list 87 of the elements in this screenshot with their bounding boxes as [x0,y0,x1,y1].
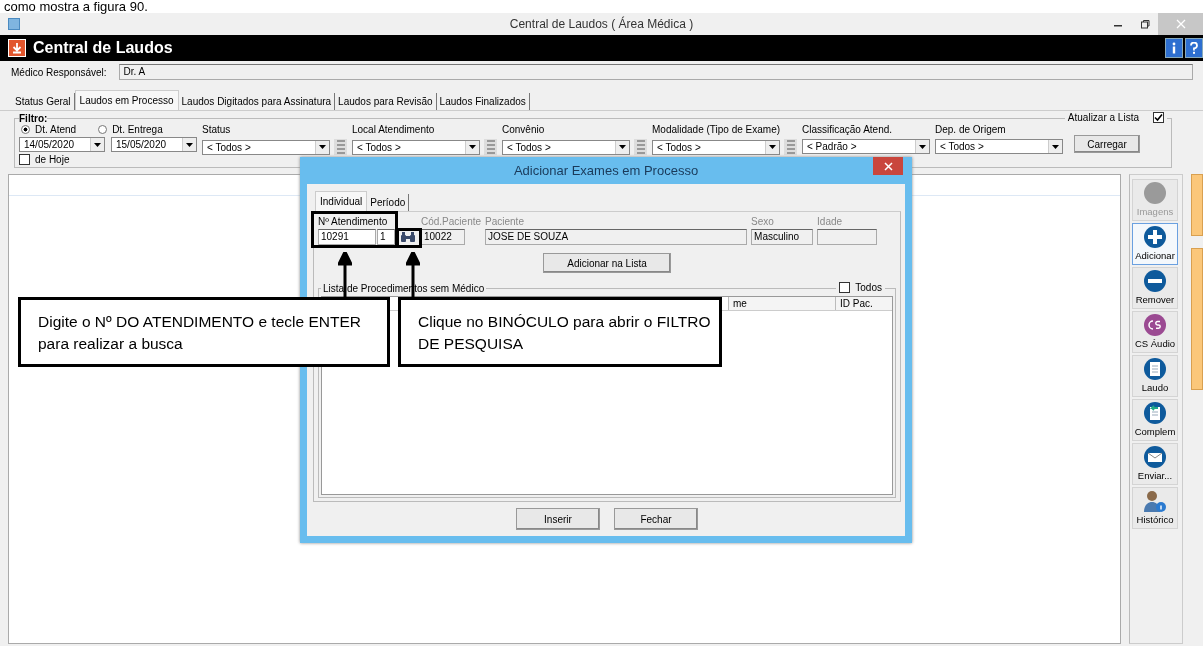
envelope-icon [1143,445,1167,469]
dialog-button[interactable]: Fechar [614,508,698,530]
info-icon[interactable] [1165,38,1183,58]
filter-label: Convênio [502,124,546,136]
doctor-label: Médico Responsável: [11,66,107,78]
side-tab[interactable] [1191,174,1203,236]
date-picker[interactable]: 14/05/2020 [19,137,105,152]
filter-dropdown[interactable]: < Todos > [935,139,1063,154]
document-caption: como mostra a figura 90. [3,0,149,13]
toolbar-button[interactable]: Histórico [1132,487,1178,529]
refresh-label: Atualizar a Lista [1067,112,1139,123]
filter-label: Status [202,124,232,136]
date-picker[interactable]: 15/05/2020 [111,137,197,152]
caret-icon [186,142,193,147]
header-title: Central de Laudos [33,39,173,57]
caret-icon [319,145,326,149]
app-logo-icon [8,39,26,57]
toolbar-button[interactable]: Complem [1132,399,1178,441]
field-label: Paciente [485,216,525,228]
tab[interactable]: Individual [315,191,368,211]
filter-dropdown[interactable]: < Padrão > [802,139,930,154]
dialog-button[interactable]: Inserir [516,508,600,530]
close-icon [883,161,893,171]
close-icon [1175,19,1186,29]
caret-icon [94,142,101,147]
doctor-field[interactable]: Dr. A [118,64,1193,80]
field-label: Nº Atendimento [318,216,389,228]
filter-title: Filtro: [19,113,48,124]
help-icon[interactable] [1185,38,1203,58]
filter-label: Modalidade (Tipo de Exame) [652,124,782,136]
column-header[interactable]: me [728,297,835,310]
field-label: Sexo [751,216,775,228]
restore-icon [1139,19,1150,29]
circle-icon [1143,181,1167,205]
filter-label: Local Atendimento [352,124,436,136]
add-to-list-button[interactable]: Adicionar na Lista [543,253,671,273]
field-label: Cód.Paciente [421,216,482,228]
tab[interactable]: Laudos em Processo [74,90,179,110]
caret-icon [619,145,626,149]
tab[interactable]: Laudos Digitados para Assinatura [178,93,336,110]
side-tab[interactable] [1191,248,1203,390]
today-checkbox[interactable]: de Hoje [19,154,202,165]
tab[interactable]: Laudos Finalizados [436,93,530,110]
list-icon[interactable] [484,139,497,155]
filter-dropdown[interactable]: < Todos > [202,139,330,155]
date-mode-radio[interactable]: Dt. Entrega [98,124,163,135]
caret-icon [469,145,476,149]
input-field[interactable]: 1 [377,229,395,245]
input-field[interactable]: 10291 [318,229,376,245]
input-field[interactable] [817,229,878,245]
app-icon [8,18,20,30]
tab[interactable]: Laudos para Revisão [335,93,437,110]
load-button[interactable]: Carregar [1074,135,1140,153]
toolbar-button[interactable]: Remover [1132,267,1178,309]
list-icon[interactable] [784,139,797,155]
cs-icon [1143,313,1167,337]
minus-icon [1143,269,1167,293]
window-title: Central de Laudos ( Área Médica ) [509,17,694,31]
refresh-checkbox[interactable] [1153,112,1164,123]
toolbar-button[interactable]: Adicionar [1132,223,1178,265]
all-checkbox[interactable]: Todos [836,282,885,293]
caret-icon [769,145,776,149]
caret-icon [919,144,926,149]
field-label: Idade [817,216,844,228]
filter-label: Classificação Atend. [802,124,894,136]
toolbar-button[interactable]: Laudo [1132,355,1178,397]
document-icon [1143,357,1167,381]
column-header[interactable]: ID Pac. [835,297,892,310]
toolbar-button[interactable]: CS Áudio [1132,311,1178,353]
binoculars-icon[interactable] [399,229,417,245]
list-icon[interactable] [334,139,347,155]
date-mode-radio[interactable]: Dt. Atend [21,124,77,135]
plus-icon [1143,225,1167,249]
filter-dropdown[interactable]: < Todos > [352,139,480,155]
person-info-icon [1143,489,1167,513]
caret-icon [1052,144,1059,149]
callout-text: Clique no BINÓCULO para abrir o FILTRO DE PESQUISA [398,297,722,367]
filter-dropdown[interactable]: < Todos > [652,139,780,155]
filter-dropdown[interactable]: < Todos > [502,139,630,155]
filter-label: Dep. de Origem [935,124,1007,136]
tab[interactable]: Período [367,194,410,211]
list-icon[interactable] [634,139,647,155]
dialog-title: Adicionar Exames em Processo [513,163,699,178]
callout-text: Digite o Nº DO ATENDIMENTO e tecle ENTER para realizar a busca [18,297,390,367]
tab[interactable]: Status Geral [12,93,75,110]
toolbar-button[interactable]: Enviar... [1132,443,1178,485]
close-button[interactable] [873,157,903,175]
